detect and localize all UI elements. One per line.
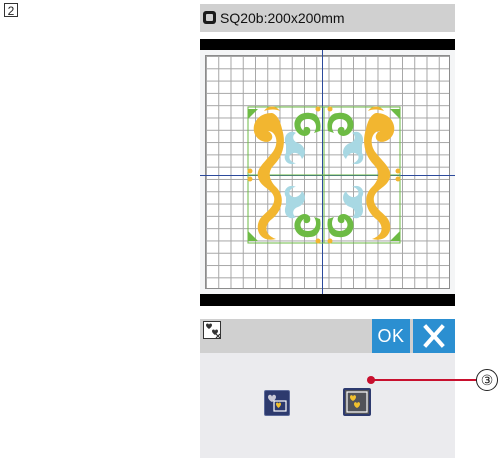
ok-button[interactable]: OK	[372, 319, 410, 353]
mode-single-button[interactable]	[264, 390, 290, 416]
embroidery-design[interactable]	[242, 101, 406, 249]
canvas-bottom-bar	[200, 294, 455, 306]
callout-leader-line	[371, 379, 477, 381]
mode-group-icon	[346, 391, 368, 413]
step-number: 2	[4, 3, 18, 18]
close-icon	[423, 324, 445, 348]
orange-scroll-right	[364, 106, 395, 240]
machine-screen: SQ20b:200x200mm OK	[200, 4, 455, 458]
mode-single-icon	[268, 394, 287, 412]
hoop-size-label: SQ20b:200x200mm	[220, 10, 345, 26]
hoop-size-header: SQ20b:200x200mm	[200, 4, 455, 32]
embroidery-canvas[interactable]	[200, 50, 455, 294]
hoop-icon	[203, 11, 216, 24]
orange-scroll-left	[253, 106, 284, 240]
close-button[interactable]	[413, 319, 455, 353]
mode-panel	[200, 353, 455, 458]
canvas-top-bar	[200, 39, 455, 50]
select-design-icon[interactable]	[203, 321, 221, 339]
mode-group-button[interactable]	[343, 388, 371, 416]
callout-number: ③	[476, 369, 498, 391]
